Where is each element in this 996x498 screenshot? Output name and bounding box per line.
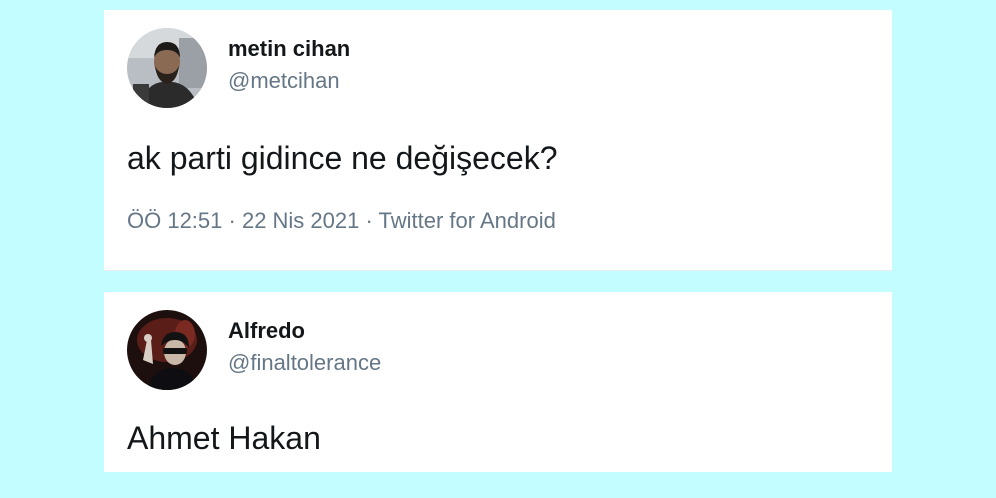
user-handle[interactable]: @finaltolerance: [228, 350, 381, 376]
tweet-time[interactable]: ÖÖ 12:51: [127, 208, 222, 233]
tweet-card: Alfredo @finaltolerance Ahmet Hakan: [104, 292, 892, 472]
tweet-text: Ahmet Hakan: [127, 420, 321, 456]
tweet-text: ak parti gidince ne değişecek?: [127, 140, 558, 176]
avatar[interactable]: [127, 28, 207, 108]
tweet-card: metin cihan @metcihan ak parti gidince n…: [104, 10, 892, 271]
user-display-name[interactable]: metin cihan: [228, 36, 350, 62]
avatar-photo-icon: [127, 310, 207, 390]
user-handle[interactable]: @metcihan: [228, 68, 340, 94]
avatar-photo-icon: [127, 28, 207, 108]
user-display-name[interactable]: Alfredo: [228, 318, 305, 344]
tweet-source[interactable]: Twitter for Android: [379, 208, 556, 233]
meta-separator: ·: [222, 208, 242, 233]
meta-separator: ·: [359, 208, 379, 233]
tweet-metadata: ÖÖ 12:51 · 22 Nis 2021 · Twitter for And…: [127, 208, 556, 234]
tweet-date[interactable]: 22 Nis 2021: [242, 208, 359, 233]
avatar[interactable]: [127, 310, 207, 390]
